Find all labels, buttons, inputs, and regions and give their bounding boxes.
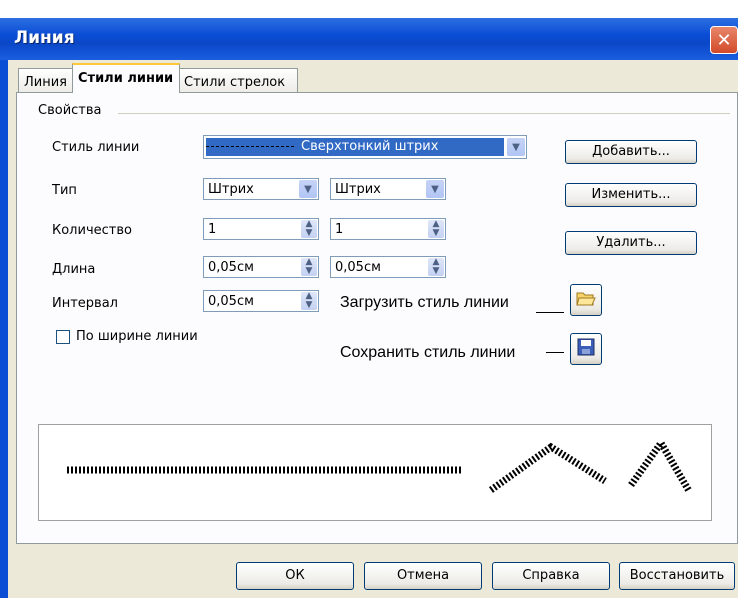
chevron-down-icon[interactable]: ▼	[299, 180, 317, 198]
chevron-down-icon[interactable]: ▼	[507, 138, 525, 156]
properties-group-label: Свойства	[38, 103, 106, 118]
close-icon: ✕	[716, 29, 732, 51]
length-label: Длина	[52, 262, 96, 277]
type-value: Штрих	[335, 182, 381, 197]
close-button[interactable]: ✕	[710, 26, 738, 54]
load-connector	[536, 312, 564, 313]
delete-button[interactable]: Удалить...	[565, 231, 697, 255]
type-select-2[interactable]: Штрих ▼	[330, 178, 446, 200]
length-spinner-1[interactable]: 0,05см ▲ ▼	[203, 256, 319, 278]
tab-arrow-styles[interactable]: Стили стрелок	[178, 68, 298, 93]
count-value: 1	[208, 222, 217, 237]
spin-arrows-icon[interactable]: ▲ ▼	[301, 258, 317, 276]
spin-arrows-icon[interactable]: ▲ ▼	[301, 220, 317, 238]
count-spinner-2[interactable]: 1 ▲ ▼	[330, 218, 446, 240]
line-dialog: Линия ✕ Линия Стили линии Стили стрелок …	[0, 0, 738, 598]
chevron-down-icon[interactable]: ▼	[426, 180, 444, 198]
type-value: Штрих	[208, 182, 254, 197]
help-button[interactable]: Справка	[492, 562, 610, 590]
type-select-1[interactable]: Штрих ▼	[203, 178, 319, 200]
length-value: 0,05см	[335, 260, 381, 275]
window-title: Линия	[14, 28, 75, 48]
ok-button[interactable]: ОК	[236, 562, 354, 590]
line-style-label: Стиль линии	[52, 140, 140, 155]
fit-width-label: По ширине линии	[76, 329, 198, 344]
tab-line[interactable]: Линия	[18, 68, 74, 93]
length-value: 0,05см	[208, 260, 254, 275]
save-connector	[546, 352, 564, 353]
line-style-value: Сверхтонкий штрих	[301, 139, 439, 154]
title-bar[interactable]	[0, 18, 738, 60]
line-preview	[38, 424, 712, 521]
load-style-button[interactable]	[570, 284, 602, 316]
tab-line-styles[interactable]: Стили линии	[72, 63, 180, 93]
group-divider	[118, 113, 730, 114]
reset-button[interactable]: Восстановить	[619, 562, 735, 590]
spin-arrows-icon[interactable]: ▲ ▼	[301, 292, 317, 310]
save-style-button[interactable]	[570, 333, 602, 365]
length-spinner-2[interactable]: 0,05см ▲ ▼	[330, 256, 446, 278]
spin-arrows-icon[interactable]: ▲ ▼	[428, 220, 444, 238]
type-label: Тип	[52, 183, 77, 198]
tab-label: Линия	[24, 75, 67, 90]
interval-spinner[interactable]: 0,05см ▲ ▼	[203, 290, 319, 312]
modify-button[interactable]: Изменить...	[565, 183, 697, 207]
interval-value: 0,05см	[208, 294, 254, 309]
interval-label: Интервал	[52, 296, 118, 311]
cancel-button[interactable]: Отмена	[364, 562, 482, 590]
tab-label: Стили линии	[78, 71, 174, 86]
window-frame	[0, 60, 8, 598]
folder-open-icon	[576, 289, 596, 311]
tab-label: Стили стрелок	[184, 75, 286, 90]
fit-width-checkbox[interactable]	[56, 330, 70, 344]
add-button[interactable]: Добавить...	[565, 140, 697, 164]
count-value: 1	[335, 222, 344, 237]
preview-canvas	[67, 436, 693, 493]
save-annotation: Сохранить стиль линии	[340, 344, 516, 361]
floppy-disk-icon	[577, 338, 595, 360]
spin-arrows-icon[interactable]: ▲ ▼	[428, 258, 444, 276]
dash-preview	[206, 146, 294, 147]
count-spinner-1[interactable]: 1 ▲ ▼	[203, 218, 319, 240]
load-annotation: Загрузить стиль линии	[340, 294, 509, 311]
line-style-select[interactable]: Сверхтонкий штрих ▼	[203, 135, 527, 159]
count-label: Количество	[52, 223, 132, 238]
background-strip	[0, 0, 738, 18]
